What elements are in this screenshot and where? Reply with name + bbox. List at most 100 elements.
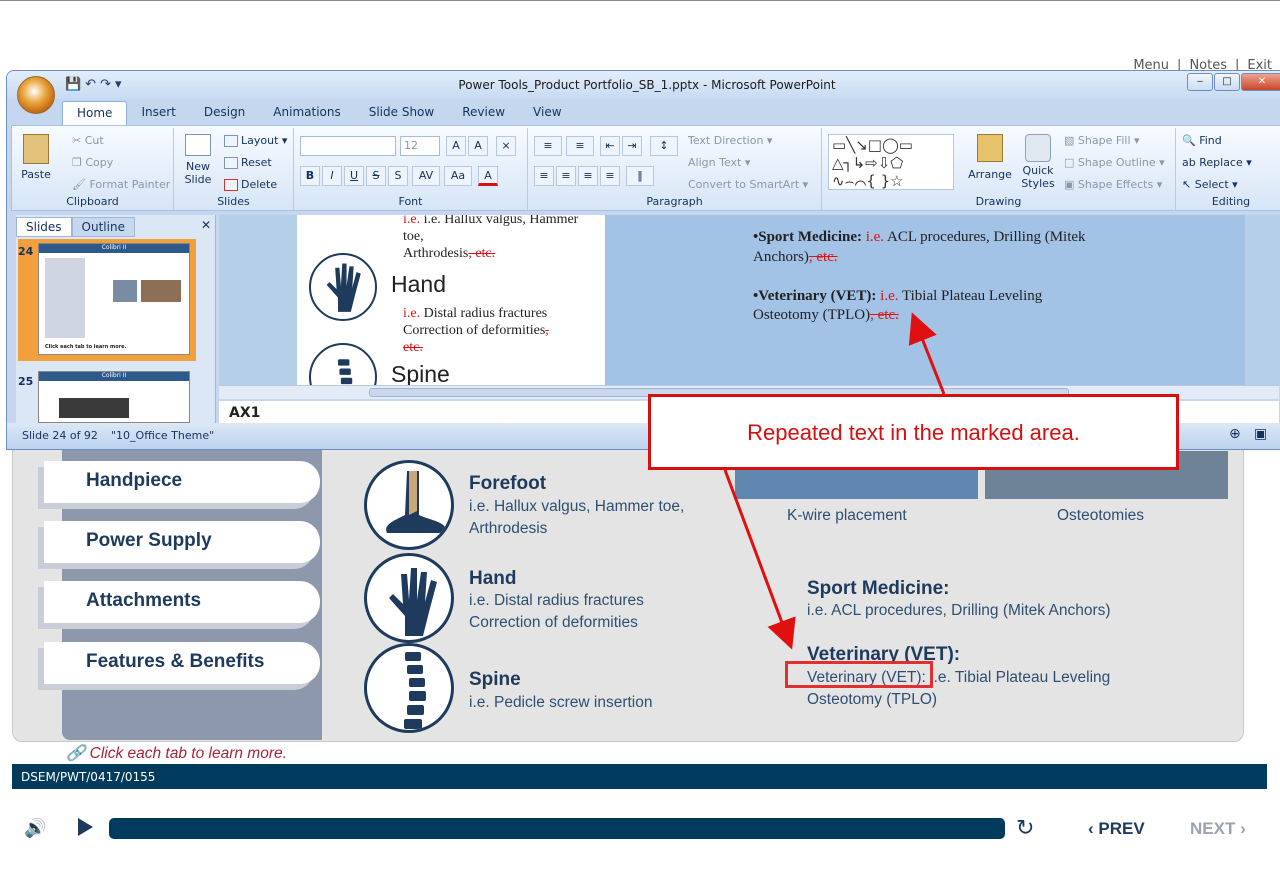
clipboard-label: Clipboard [66,195,119,208]
quick-access-toolbar[interactable]: 💾↶↷▾ [65,77,126,92]
align-left-button[interactable]: ≡ [534,166,554,186]
line-spacing-button[interactable]: ↕ [650,136,678,156]
tab-slide-show[interactable]: Slide Show [355,101,448,125]
next-button[interactable]: NEXT › [1190,819,1246,839]
tab-outline[interactable]: Outline [71,217,135,237]
align-right-button[interactable]: ≡ [578,166,598,186]
arrange-icon [977,134,1003,162]
shape-effects-button[interactable]: ▣ Shape Effects ▾ [1064,178,1162,191]
bold-button[interactable]: B [300,166,320,186]
clipboard-group: Paste ✂ Cut ❐ Copy 🖌 Format Painter Clip… [12,128,174,210]
shape-outline-button[interactable]: □ Shape Outline ▾ [1064,156,1165,169]
text-direction-button[interactable]: Text Direction ▾ [688,134,772,147]
select-button[interactable]: ↖ Select ▾ [1182,178,1238,191]
clear-format-button[interactable]: ⨯ [496,136,516,156]
quick-styles-icon [1025,134,1051,162]
slide-hand-icon [309,253,377,321]
slides-group: New Slide Layout ▾ Reset Delete Slides [174,128,294,210]
slide-spine-icon [309,343,377,385]
close-button[interactable]: ✕ [1241,73,1280,91]
hand-icon [364,553,454,643]
align-center-button[interactable]: ≡ [556,166,576,186]
slide-vet-text: •Veterinary (VET): i.e. Tibial Plateau L… [753,288,1043,323]
align-text-button[interactable]: Align Text ▾ [688,156,750,169]
tab-features-benefits[interactable]: Features & Benefits [44,642,320,684]
bullets-button[interactable]: ≡ [534,136,562,156]
thumb-number-25: 25 [18,375,34,388]
convert-smartart-button[interactable]: Convert to SmartArt ▾ [688,178,808,191]
tab-view[interactable]: View [519,101,575,125]
slides-label: Slides [217,195,250,208]
slide-thumbnail-24[interactable]: Colibri II Click each tab to learn more. [38,243,190,355]
zoom-in-icon[interactable]: ⊕ [1229,426,1241,442]
find-button[interactable]: 🔍 Find [1182,134,1222,147]
copy-button[interactable]: ❐ Copy [72,156,113,169]
shrink-font-button[interactable]: A [468,136,488,156]
foot-icon [364,460,454,550]
tab-handpiece[interactable]: Handpiece [44,461,320,503]
maximize-button[interactable]: □ [1214,73,1240,91]
columns-button[interactable]: ‖ [626,166,654,186]
tab-review[interactable]: Review [448,101,519,125]
tab-design[interactable]: Design [190,101,259,125]
replace-button[interactable]: ab Replace ▾ [1182,156,1252,169]
increase-indent-button[interactable]: ⇥ [622,136,642,156]
spine-icon [364,643,454,733]
delete-button[interactable]: Delete [224,178,277,191]
slide-hand-title: Hand [391,271,446,297]
office-button[interactable] [17,76,55,114]
change-case-button[interactable]: Aa [444,166,472,186]
cut-button[interactable]: ✂ Cut [72,134,104,147]
shape-fill-button[interactable]: ▧ Shape Fill ▾ [1064,134,1140,147]
numbering-button[interactable]: ≡ [566,136,594,156]
paragraph-group: ≡ ≡ ⇤ ⇥ ↕ ≡ ≡ ≡ ≡ ‖ Text Direction ▾ Ali… [528,128,822,210]
tab-slides[interactable]: Slides [16,217,72,237]
underline-button[interactable]: U [344,166,364,186]
thumb-number-24: 24 [18,245,34,258]
editing-group: 🔍 Find ab Replace ▾ ↖ Select ▾ Editing [1176,128,1280,210]
tab-attachments[interactable]: Attachments [44,581,320,623]
slide-view: i.e. i.e. Hallux valgus, Hammer toe, Art… [219,215,1280,385]
grow-font-button[interactable]: A [446,136,466,156]
new-slide-button[interactable]: New Slide [178,134,218,186]
font-color-button[interactable]: A [478,166,498,186]
spacing-button[interactable]: AV [412,166,440,186]
shapes-gallery[interactable]: ▭╲↘□◯▭ △┐↳⇨⇩⬠ ∿⌢⌒{ }☆ [828,134,954,190]
arrange-button[interactable]: Arrange [968,134,1012,181]
close-pane-icon[interactable]: ✕ [201,218,211,232]
progress-bar[interactable] [109,818,1005,839]
volume-icon[interactable]: 🔊 [24,818,46,839]
format-painter-button[interactable]: 🖌 Format Painter [72,178,170,191]
sport-desc: i.e. ACL procedures, Drilling (Mitek Anc… [807,602,1111,619]
sport-title: Sport Medicine: [807,578,950,599]
minimize-button[interactable]: ‒ [1187,73,1213,91]
pane-tabs: Slides Outline [16,217,135,237]
shadow-button[interactable]: S [388,166,408,186]
kwire-caption: K-wire placement [787,507,907,524]
slides-pane: Slides Outline ✕ 24 Colibri II Click eac… [16,215,216,423]
quick-styles-button[interactable]: Quick Styles [1018,134,1058,190]
tab-power-supply[interactable]: Power Supply [44,521,320,563]
tab-home[interactable]: Home [62,101,128,125]
italic-button[interactable]: I [322,166,342,186]
decrease-indent-button[interactable]: ⇤ [600,136,620,156]
replay-icon[interactable]: ↻ [1016,816,1034,841]
prev-button[interactable]: ‹ PREV [1088,819,1145,839]
play-button[interactable] [78,818,93,836]
font-name-combo[interactable] [300,136,396,156]
slide-thumbnail-25[interactable]: Colibri II [38,371,190,423]
status-theme: "10_Office Theme" [111,429,215,442]
paste-button[interactable]: Paste [18,134,54,181]
tab-insert[interactable]: Insert [127,101,189,125]
tab-animations[interactable]: Animations [259,101,354,125]
slide-canvas[interactable]: i.e. i.e. Hallux valgus, Hammer toe, Art… [297,215,1245,385]
font-size-combo[interactable]: 12 [400,136,440,156]
fit-window-icon[interactable]: ▣ [1254,426,1267,442]
font-label: Font [398,195,423,208]
layout-button[interactable]: Layout ▾ [224,134,287,147]
hint-text: 🔗 Click each tab to learn more. [66,745,287,762]
drawing-label: Drawing [975,195,1022,208]
strikethrough-button[interactable]: S [366,166,386,186]
justify-button[interactable]: ≡ [600,166,620,186]
reset-button[interactable]: Reset [224,156,272,169]
